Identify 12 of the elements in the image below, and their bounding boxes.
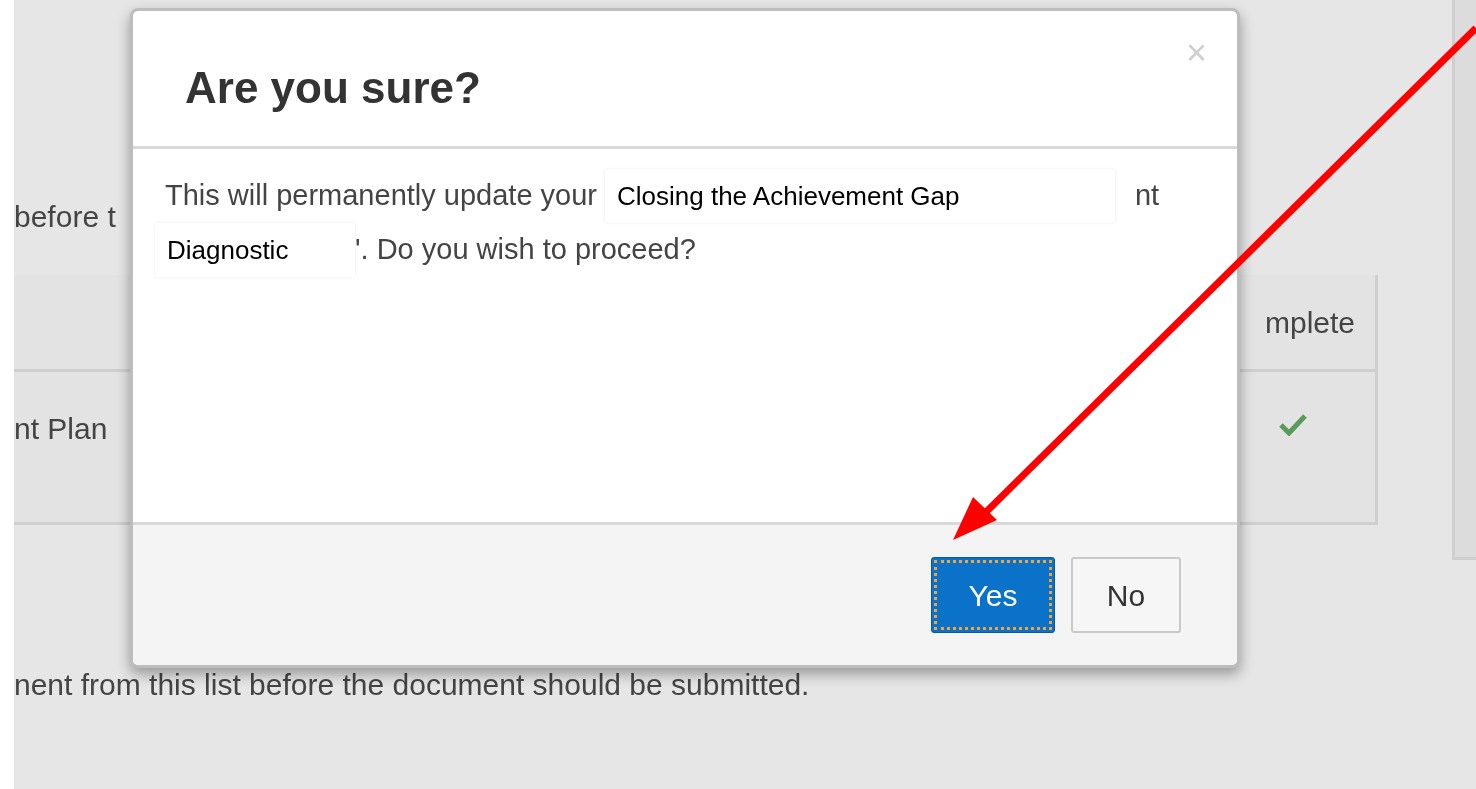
highlighted-text: Closing the Achievement Gap [605,169,1115,223]
column-header: mplete [1264,304,1355,341]
yes-button[interactable]: Yes [931,557,1055,633]
highlighted-text: Diagnostic [155,223,355,277]
intro-text: before t [14,199,116,235]
no-button[interactable]: No [1071,557,1181,633]
message-text: '. Do you wish to proceed? [355,232,696,268]
table-cell: nt Plan [14,412,108,445]
message-text: nt [1135,178,1160,214]
dialog-title: Are you sure? [185,62,481,114]
footer-text: nent from this list before the document should be submitted. [14,667,810,703]
message-text: This will permanently update your [165,178,597,214]
